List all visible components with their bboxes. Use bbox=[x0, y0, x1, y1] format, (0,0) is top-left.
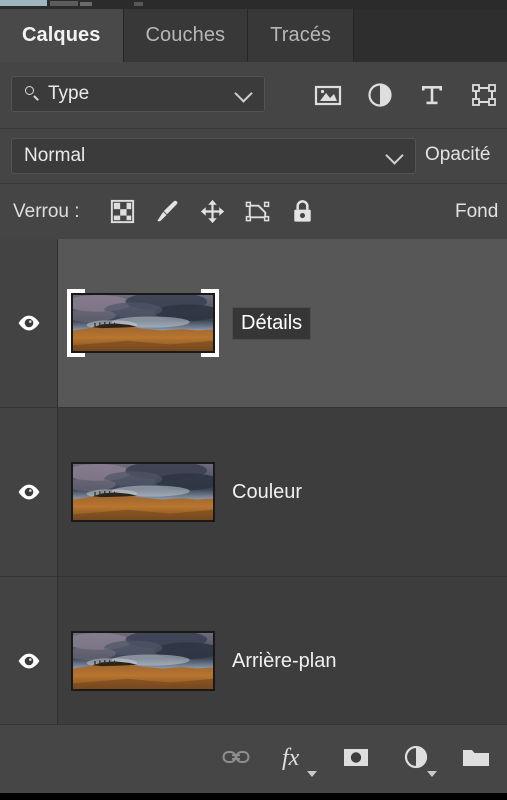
layer-thumbnail[interactable] bbox=[67, 627, 219, 695]
selection-bracket-top-right bbox=[201, 289, 219, 307]
blend-mode-value: Normal bbox=[24, 145, 86, 166]
layer-body[interactable]: Détails bbox=[58, 239, 507, 407]
panel-tab-bar: Calques Couches Tracés bbox=[0, 9, 507, 62]
eye-icon bbox=[18, 484, 39, 500]
lock-image-icon[interactable] bbox=[153, 197, 182, 226]
layers-panel: Calques Couches Tracés Type Normal Opaci… bbox=[0, 0, 507, 800]
new-adjustment-layer-icon bbox=[404, 745, 428, 769]
chrome-segment-active bbox=[0, 0, 47, 6]
chrome-segment-c bbox=[80, 2, 92, 6]
window-chrome-strip bbox=[0, 0, 507, 9]
landscape-thumbnail bbox=[71, 631, 215, 691]
layers-bottom-toolbar: fx bbox=[0, 724, 507, 793]
lock-transparency-icon[interactable] bbox=[108, 197, 137, 226]
tab-traces-label: Tracés bbox=[270, 24, 332, 46]
pixel-layer-filter-icon[interactable] bbox=[313, 80, 343, 110]
lock-all-icon[interactable] bbox=[288, 197, 317, 226]
tab-bar-filler bbox=[354, 9, 507, 62]
lock-label: Verrou : bbox=[13, 201, 80, 222]
selection-edge-left bbox=[67, 307, 71, 339]
layer-visibility-toggle[interactable] bbox=[0, 577, 58, 724]
add-layer-mask-button[interactable] bbox=[339, 740, 373, 774]
layer-name-input[interactable]: Détails bbox=[232, 306, 312, 340]
search-icon bbox=[25, 86, 41, 102]
chevron-down-icon bbox=[234, 84, 253, 103]
tab-calques[interactable]: Calques bbox=[0, 9, 124, 62]
layer-visibility-toggle[interactable] bbox=[0, 239, 58, 407]
lock-row: Verrou : Fond bbox=[0, 183, 507, 240]
tab-calques-label: Calques bbox=[22, 24, 101, 46]
layer-name-label[interactable]: Arrière-plan bbox=[232, 650, 336, 673]
landscape-thumbnail bbox=[71, 293, 215, 353]
eye-icon bbox=[18, 315, 39, 331]
selection-bracket-bottom-left bbox=[67, 339, 85, 357]
chevron-down-icon bbox=[427, 771, 437, 777]
layer-name-label[interactable]: Couleur bbox=[232, 481, 302, 504]
layer-mask-icon bbox=[344, 749, 368, 766]
filter-row: Type bbox=[0, 62, 507, 128]
filter-type-value: Type bbox=[48, 83, 90, 104]
shape-layer-filter-icon[interactable] bbox=[469, 80, 499, 110]
table-row[interactable]: Détails bbox=[0, 239, 507, 408]
landscape-thumbnail bbox=[71, 462, 215, 522]
opacity-label: Opacité bbox=[425, 144, 491, 165]
blend-mode-select[interactable]: Normal bbox=[11, 138, 416, 174]
layer-body[interactable]: Arrière-plan bbox=[58, 577, 507, 724]
new-adjustment-layer-button[interactable] bbox=[399, 740, 437, 777]
link-layers-icon bbox=[222, 751, 250, 763]
adjustment-layer-filter-icon[interactable] bbox=[365, 80, 395, 110]
chevron-down-icon bbox=[385, 146, 404, 165]
selection-edge-right bbox=[215, 307, 219, 339]
fill-label: Fond bbox=[455, 201, 499, 222]
svg-text:fx: fx bbox=[282, 745, 300, 771]
bottom-icon-group: fx bbox=[219, 740, 493, 777]
layer-thumbnail-selected[interactable] bbox=[67, 289, 219, 357]
layer-visibility-toggle[interactable] bbox=[0, 408, 58, 576]
layer-thumbnail[interactable] bbox=[67, 458, 219, 526]
blend-mode-row: Normal Opacité bbox=[0, 128, 507, 184]
selection-bracket-bottom-right bbox=[201, 339, 219, 357]
new-group-button[interactable] bbox=[459, 740, 493, 774]
tab-traces[interactable]: Tracés bbox=[248, 9, 355, 62]
lock-position-icon[interactable] bbox=[198, 197, 227, 226]
lock-artboard-icon[interactable] bbox=[243, 197, 272, 226]
filter-type-select[interactable]: Type bbox=[11, 76, 265, 112]
chrome-segment-b bbox=[50, 1, 78, 6]
link-layers-button[interactable] bbox=[219, 740, 253, 774]
table-row[interactable]: Arrière-plan bbox=[0, 577, 507, 724]
filter-icon-group bbox=[313, 80, 499, 110]
new-group-icon bbox=[463, 750, 489, 766]
layer-body[interactable]: Couleur bbox=[58, 408, 507, 576]
window-footer-strip bbox=[0, 793, 507, 800]
lock-icon-group bbox=[108, 197, 317, 226]
type-layer-filter-icon[interactable] bbox=[417, 80, 447, 110]
chevron-down-icon bbox=[307, 771, 317, 777]
layer-list[interactable]: Détails Couleur Arrière-plan bbox=[0, 239, 507, 724]
layer-style-fx-icon: fx bbox=[282, 745, 300, 771]
tab-couches-label: Couches bbox=[145, 24, 226, 46]
selection-bracket-top-left bbox=[67, 289, 85, 307]
tab-couches[interactable]: Couches bbox=[123, 9, 249, 62]
table-row[interactable]: Couleur bbox=[0, 408, 507, 577]
chrome-segment-d bbox=[134, 2, 143, 6]
eye-icon bbox=[18, 653, 39, 669]
layer-style-button[interactable]: fx bbox=[279, 740, 317, 777]
